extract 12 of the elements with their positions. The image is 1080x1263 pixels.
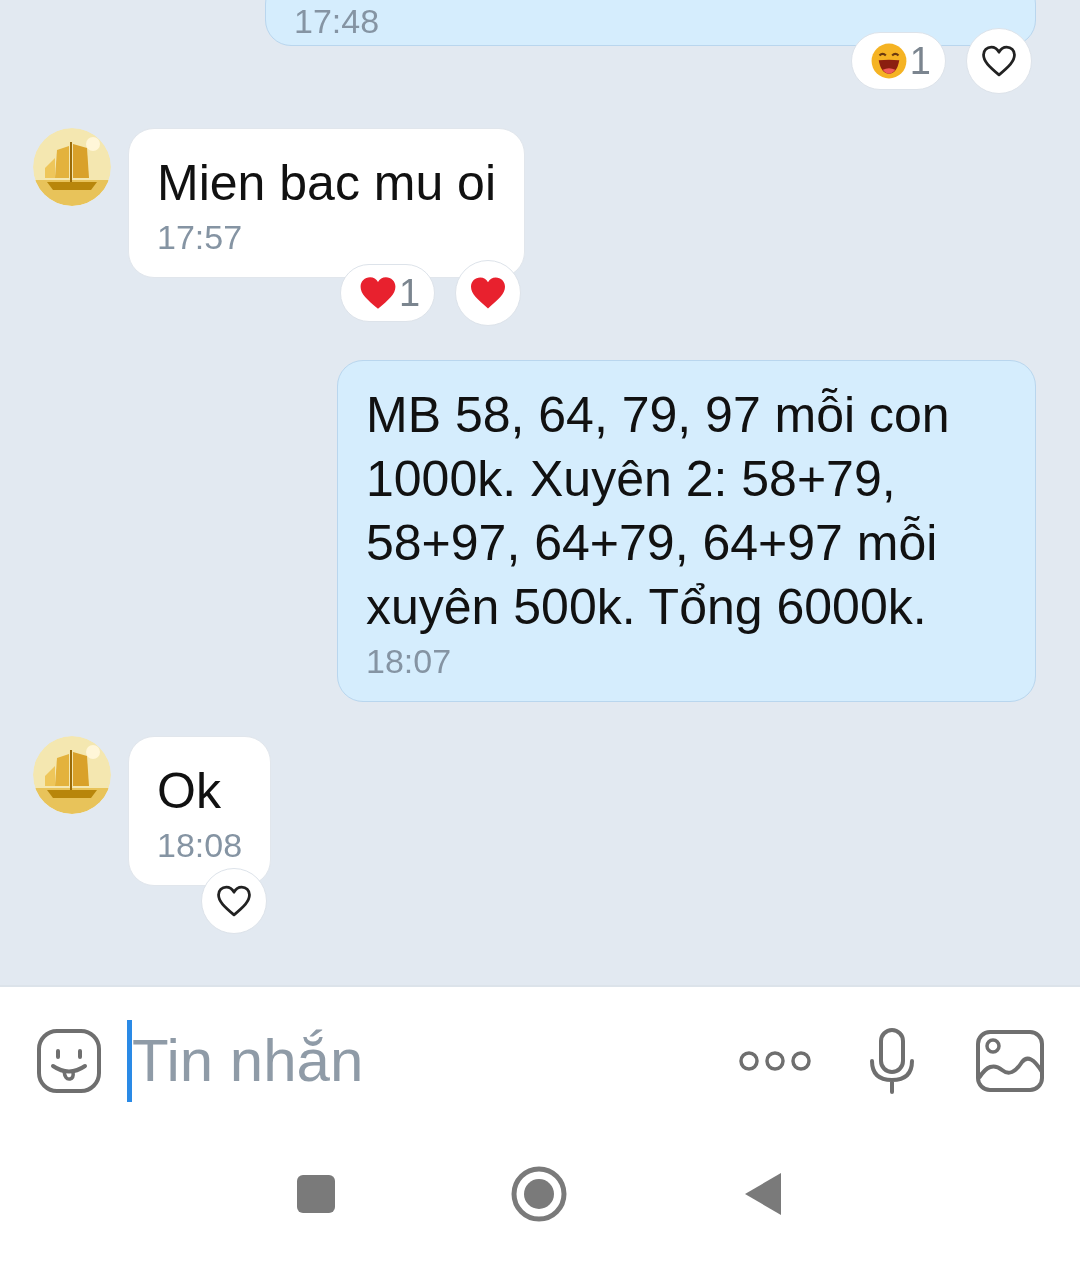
reaction-pill[interactable]: 1 <box>339 264 436 322</box>
message-input[interactable]: Tin nhắn <box>132 1016 738 1106</box>
message-text: MB 58, 64, 79, 97 mỗi con 1000k. Xuyên 2: 58+79, 58+97, 64+79, 64+97 mỗi xuyên 500k. Tổng 6000k. <box>366 386 951 637</box>
reaction-count: 1 <box>909 42 931 80</box>
message-time: 17:48 <box>294 1 381 42</box>
message-text: Mien bac mu oi <box>157 154 497 213</box>
message-time: 17:57 <box>157 217 244 258</box>
message-time: 18:07 <box>366 641 453 682</box>
message-time: 18:08 <box>157 825 243 866</box>
message-text: Ok <box>157 762 222 821</box>
reaction-count: 1 <box>398 274 421 312</box>
reaction-pill[interactable]: 1 <box>850 32 946 90</box>
